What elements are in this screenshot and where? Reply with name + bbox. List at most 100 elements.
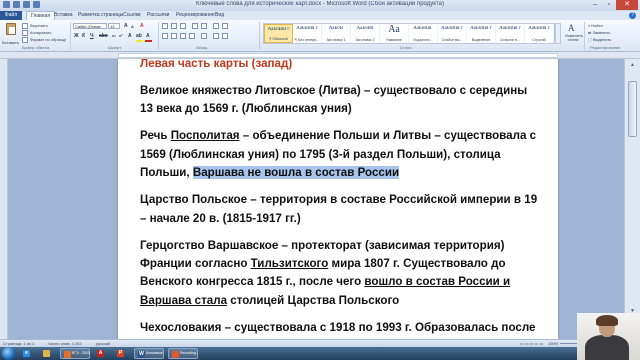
view-buttons[interactable]: ▭ ▭ ▭ ▭ ▭ <box>520 341 543 346</box>
highlight-icon[interactable]: ab <box>136 33 142 39</box>
font-name-box[interactable]: Calibri (Основ <box>73 23 107 29</box>
doc-paragraph-duchy-warsaw: Герцогство Варшавское – протекторат (зав… <box>140 237 540 311</box>
doc-paragraph-rzeczpospolita: Речь Посполитая – объединение Польши и Л… <box>140 127 540 182</box>
italic-button[interactable]: К <box>82 33 85 39</box>
underline-button[interactable]: Ч <box>90 33 94 39</box>
minimize-button[interactable]: – <box>588 0 602 10</box>
subscript-button[interactable]: x₂ <box>112 33 116 38</box>
style-item[interactable]: АаБбВвГ Подзаголо... <box>409 24 438 43</box>
doc-paragraph-czechoslovakia: Чехословакия – существовала с 1918 по 19… <box>140 320 536 334</box>
numbering-icon[interactable] <box>171 23 177 29</box>
change-styles-label: Изменить стили <box>565 33 584 42</box>
style-sample: АаБбВвГ <box>413 26 433 31</box>
taskbar-item[interactable]: e <box>20 348 37 359</box>
styles-gallery-scroll[interactable] <box>555 23 561 44</box>
align-right-icon[interactable] <box>180 33 186 39</box>
word-count[interactable]: Число слов: 4 292 <box>48 341 82 346</box>
taskbar-item[interactable] <box>40 348 57 359</box>
style-name: Слабое вы... <box>441 38 463 42</box>
horizontal-ruler[interactable] <box>0 52 640 59</box>
folder-icon <box>43 350 50 357</box>
scrollbar-thumb[interactable] <box>628 81 637 137</box>
tab-mailings[interactable]: Рассылки <box>147 11 169 20</box>
tab-review[interactable]: Рецензирование <box>176 11 215 20</box>
selected-text[interactable]: Варшава не вошла в состав России <box>192 166 400 180</box>
taskbar-item[interactable]: P <box>114 348 131 359</box>
align-center-icon[interactable] <box>171 33 177 39</box>
style-item[interactable]: АаБбВвГг ¶ Без интерв... <box>293 24 322 43</box>
page-count[interactable]: Страница: 1 из 1 <box>3 341 34 346</box>
find-button[interactable]: ⌕ Найти <box>588 23 611 30</box>
doc-paragraph-lithuania: Великое княжество Литовское (Литва) – су… <box>140 84 528 116</box>
style-item[interactable]: Аа Название <box>380 24 409 43</box>
format-painter-button[interactable]: Формат по образцу <box>30 37 66 42</box>
close-button[interactable]: ✕ <box>616 0 638 10</box>
taskbar-item[interactable]: WКлючевые сл... <box>134 348 164 359</box>
paste-button[interactable] <box>3 22 19 40</box>
tab-view[interactable]: Вид <box>215 11 224 20</box>
taskbar-item[interactable]: A <box>94 348 111 359</box>
language[interactable]: русский <box>96 341 110 346</box>
taskbar-item[interactable]: Recording... <box>168 348 198 359</box>
style-item[interactable]: АаБбВвГг Строгий <box>525 24 554 43</box>
clipboard-icon <box>6 23 16 35</box>
presenter-body <box>585 335 629 360</box>
firefox-icon <box>64 351 71 358</box>
document-content[interactable]: Левая часть карты (запад) Великое княжес… <box>140 59 540 339</box>
superscript-button[interactable]: x² <box>119 33 123 38</box>
multilevel-list-icon[interactable] <box>180 23 186 29</box>
line-spacing-icon[interactable] <box>201 33 207 39</box>
title-bar: Ключевые слова для исторических карт.doc… <box>0 0 640 11</box>
replace-button[interactable]: ⇄ Заменить <box>588 30 611 37</box>
justify-icon[interactable] <box>189 33 195 39</box>
style-name: ¶ Без интерв... <box>295 38 319 42</box>
copy-button[interactable]: Копировать <box>30 30 52 35</box>
decrease-indent-icon[interactable] <box>192 23 198 29</box>
style-item[interactable]: АаБбВвГг Сильное в... <box>496 24 525 43</box>
bullets-icon[interactable] <box>162 23 168 29</box>
show-marks-icon[interactable] <box>222 23 228 29</box>
strikethrough-button[interactable]: abc <box>99 33 108 39</box>
taskbar-item[interactable]: ЕГЭ - 2020: и... <box>60 348 90 359</box>
undo-icon[interactable] <box>23 1 30 8</box>
word-app-icon[interactable] <box>3 1 10 8</box>
shading-icon[interactable] <box>213 33 219 39</box>
cut-button[interactable]: Вырезать <box>30 23 48 28</box>
change-styles-button[interactable]: A Изменить стили <box>565 23 584 43</box>
tab-home[interactable]: Главная <box>26 11 56 20</box>
shrink-font-icon[interactable]: A <box>131 24 134 29</box>
style-item[interactable]: АаБбВ Заголовок 1 <box>322 24 351 43</box>
bold-button[interactable]: Ж <box>74 33 79 39</box>
group-divider <box>584 22 585 50</box>
style-item[interactable]: АаБбВвГг Выделение <box>467 24 496 43</box>
text-run: Речь <box>140 129 171 143</box>
font-size-box[interactable]: 13 <box>108 23 120 29</box>
tab-file[interactable]: Файл <box>0 11 22 20</box>
document-page[interactable]: Левая часть карты (запад) Великое княжес… <box>118 59 558 339</box>
start-button[interactable] <box>2 347 15 360</box>
grow-font-icon[interactable]: A <box>124 23 128 29</box>
vertical-scrollbar[interactable]: ▲ ▼ ⏶ ⏷ <box>624 59 640 339</box>
style-item[interactable]: АаБбВвГг Слабое вы... <box>438 24 467 43</box>
help-icon[interactable]: ? <box>629 12 636 19</box>
select-button[interactable]: ⬚ Выделить <box>588 37 611 44</box>
tab-references[interactable]: Ссылки <box>123 11 141 20</box>
style-item[interactable]: АаБбВв Заголовок 2 <box>351 24 380 43</box>
font-color-swatch <box>145 40 152 42</box>
scroll-up-icon[interactable]: ▲ <box>628 61 637 69</box>
font-color-icon[interactable]: A <box>146 33 150 39</box>
align-left-icon[interactable] <box>162 33 168 39</box>
tab-page-layout[interactable]: Разметка страницы <box>78 11 123 20</box>
maximize-button[interactable]: ▫ <box>602 0 616 10</box>
tab-insert[interactable]: Вставка <box>54 11 73 20</box>
style-item[interactable]: АаБбВвГг ¶ Обычный <box>264 24 293 43</box>
sort-icon[interactable] <box>213 23 219 29</box>
document-area: Левая часть карты (запад) Великое княжес… <box>8 59 624 339</box>
zoom-level[interactable]: 190% <box>548 341 558 346</box>
text-effects-icon[interactable]: A <box>128 33 132 39</box>
redo-icon[interactable] <box>33 1 40 8</box>
save-icon[interactable] <box>13 1 20 8</box>
increase-indent-icon[interactable] <box>201 23 207 29</box>
borders-icon[interactable] <box>222 33 228 39</box>
clear-format-icon[interactable]: A <box>140 23 144 29</box>
